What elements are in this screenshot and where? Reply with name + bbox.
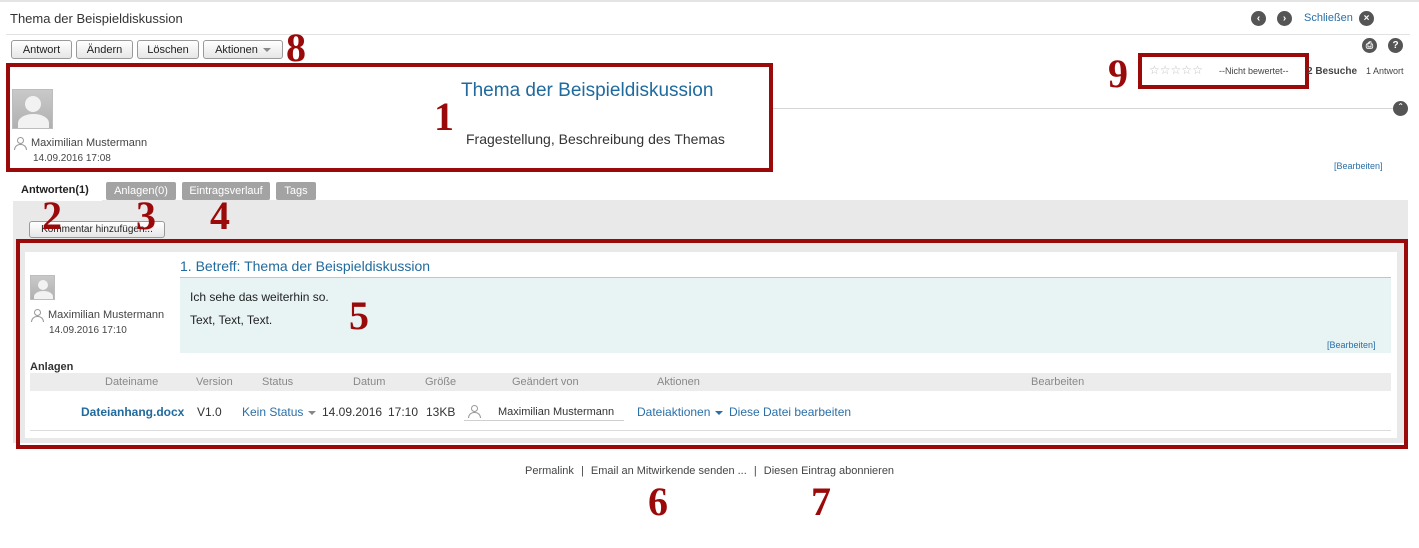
col-version: Version [196,376,233,388]
reply-author[interactable]: Maximilian Mustermann [48,309,164,321]
topic-author[interactable]: Maximilian Mustermann [31,137,147,149]
reply-edit-link[interactable]: [Bearbeiten] [1327,340,1376,350]
reply-title: 1. Betreff: Thema der Beispieldiskussion [180,258,431,274]
visit-count: 2 Besuche [1307,66,1358,77]
arrow-right-icon[interactable]: › [1277,11,1292,26]
col-edit: Bearbeiten [1031,376,1085,388]
annotation-2: 2 [42,193,62,238]
footer-separator: | [580,465,584,477]
topic-edit-link[interactable]: [Bearbeiten] [1334,161,1383,171]
attachment-date: 14.09.2016 [322,405,383,419]
star-rating[interactable]: ☆☆☆☆☆ [1149,63,1203,77]
edit-button[interactable]: Ändern [76,40,133,59]
user-icon [31,309,44,322]
arrow-left-icon[interactable]: ‹ [1251,11,1266,26]
attachment-size: 13KB [426,405,456,419]
attachment-action: Dateiaktionen [637,405,711,419]
col-changed-by: Geändert von [512,376,579,388]
star-icon[interactable]: ☆ [1181,63,1192,77]
attachment-status: Kein Status [242,405,304,419]
topic-date: 14.09.2016 17:08 [33,153,111,164]
annotation-8: 8 [286,25,306,70]
annotation-7: 7 [811,479,831,524]
annotation-4: 4 [210,193,230,238]
annotation-5: 5 [349,293,369,338]
help-icon[interactable]: ? [1388,38,1403,53]
close-link[interactable]: Schließen [1304,12,1353,24]
star-icon[interactable]: ☆ [1149,63,1160,77]
annotation-1: 1 [434,94,454,139]
reply-button[interactable]: Antwort [11,40,72,59]
reply-date: 14.09.2016 17:10 [49,325,127,336]
attachments-heading: Anlagen [30,361,74,373]
chevron-down-icon [308,410,317,415]
window-top-border [0,0,1419,2]
col-filename: Dateiname [105,376,159,388]
attachment-changed-by[interactable]: Maximilian Mustermann [498,406,614,418]
col-actions: Aktionen [657,376,700,388]
star-icon[interactable]: ☆ [1160,63,1171,77]
subscribe-link[interactable]: Diesen Eintrag abonnieren [764,465,894,477]
topic-divider [773,108,1393,109]
window-title: Thema der Beispieldiskussion [10,11,183,26]
star-icon[interactable]: ☆ [1192,63,1203,77]
col-status: Status [262,376,294,388]
attachment-edit-link[interactable]: Diese Datei bearbeiten [729,405,851,419]
attachment-version: V1.0 [197,405,222,419]
collapse-icon[interactable]: ˆ [1393,101,1408,116]
chevron-down-icon [262,47,271,52]
chevron-down-icon [715,410,724,415]
attachment-status-dropdown[interactable]: Kein Status [242,405,317,419]
attachments-header-row [30,373,1391,391]
permalink-link[interactable]: Permalink [525,465,574,477]
close-icon[interactable]: × [1359,11,1374,26]
email-contributors-link[interactable]: Email an Mitwirkende senden ... [591,465,747,477]
footer-links: Permalink | Email an Mitwirkende senden … [525,465,894,477]
attachment-filename[interactable]: Dateianhang.docx [81,405,184,419]
annotation-6: 6 [648,479,668,524]
star-icon[interactable]: ☆ [1171,63,1182,77]
topic-title: Thema der Beispieldiskussion [461,80,714,101]
footer-separator: | [753,465,757,477]
attachment-time: 17:10 [388,405,419,419]
annotation-9: 9 [1108,51,1128,96]
delete-button[interactable]: Löschen [137,40,199,59]
user-icon [468,405,481,418]
attachments-row-divider [30,430,1391,431]
header-divider [6,34,1410,35]
changed-by-underline [464,420,624,421]
actions-dropdown[interactable]: Aktionen [203,40,283,59]
answer-count: 1 Antwort [1366,66,1404,76]
user-icon [14,137,27,150]
reply-line-1: Ich sehe das weiterhin so. [190,290,329,304]
print-icon[interactable]: ⎙ [1362,38,1377,53]
avatar [12,89,53,129]
col-date: Datum [353,376,386,388]
annotation-3: 3 [136,193,156,238]
topic-description: Fragestellung, Beschreibung des Themas [466,131,725,147]
actions-label: Aktionen [215,43,258,56]
reply-avatar [30,275,55,300]
reply-line-2: Text, Text, Text. [190,313,273,327]
col-size: Größe [425,376,457,388]
attachment-actions-dropdown[interactable]: Dateiaktionen [637,405,724,419]
tab-tags[interactable]: Tags [276,182,316,200]
rating-label: --Nicht bewertet-- [1219,66,1289,76]
